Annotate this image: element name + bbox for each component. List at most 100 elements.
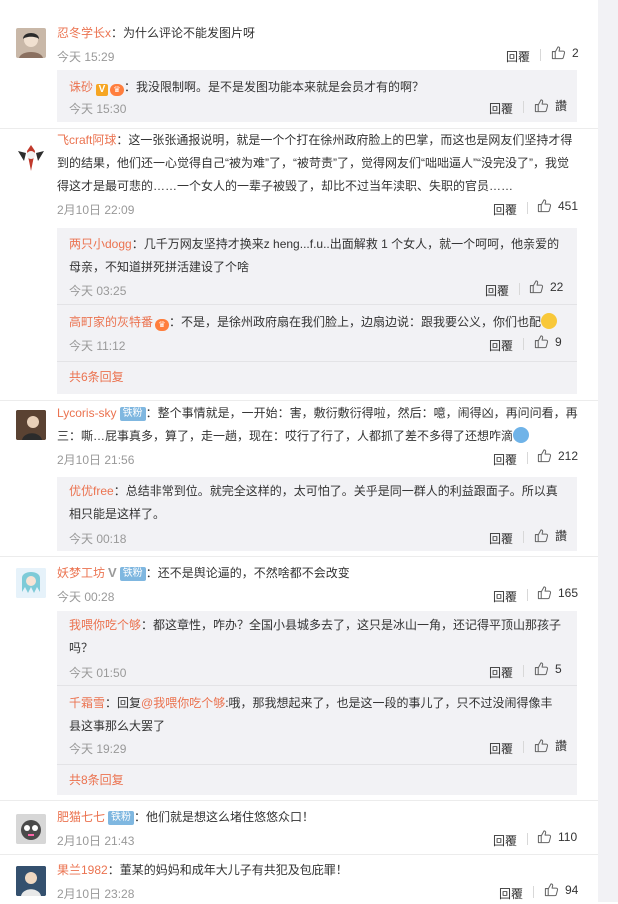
- reply-prefix: ：回复: [105, 696, 142, 710]
- fan-badge: 铁粉: [108, 811, 135, 825]
- reply-button[interactable]: 回覆: [493, 451, 517, 468]
- reply-box: 两只小dogg：几千万网友坚持才换来z heng...f.u..出面解救 1 个…: [57, 228, 577, 394]
- like-count: 讚: [555, 739, 568, 753]
- more-replies-link[interactable]: 共8条回复: [69, 771, 124, 788]
- verified-badge-icon: V: [108, 565, 117, 580]
- timestamp: 今天 00:28: [57, 590, 115, 604]
- avatar[interactable]: [16, 143, 46, 173]
- comment-item: 忍冬学长x：为什么评论不能发图片呀 今天 15:29 回覆 2 诛砂 V ♛ ：我没限…: [0, 0, 598, 129]
- smile-emoji-icon: [541, 313, 558, 329]
- thumbs-up-icon: [534, 99, 549, 113]
- divider: [519, 283, 520, 295]
- username-link[interactable]: 两只小dogg: [69, 237, 132, 251]
- reply-button[interactable]: 回覆: [489, 530, 513, 547]
- divider: [533, 886, 534, 898]
- like-button[interactable]: 212: [537, 448, 578, 463]
- comment-text: ：这一张张通报说明，就是一个个打在徐州政府脸上的巴掌，而这也是网友们坚持才得到的…: [57, 133, 573, 193]
- avatar[interactable]: [16, 28, 46, 58]
- username-link[interactable]: 妖梦工坊: [57, 566, 105, 580]
- reply-button[interactable]: 回覆: [489, 740, 513, 757]
- username-link[interactable]: Lycoris-sky: [57, 406, 117, 420]
- like-button[interactable]: 9: [534, 334, 562, 349]
- vip-badge-icon: ♛: [155, 319, 170, 331]
- reply-button[interactable]: 回覆: [489, 664, 513, 681]
- reply-button[interactable]: 回覆: [493, 588, 517, 605]
- reply-button[interactable]: 回覆: [489, 100, 513, 117]
- like-count: 2: [572, 45, 579, 60]
- reply-item: 高町家的灰特番 ♛ ：不是，是徐州政府扇在我们脸上，边扇边说：跟我要公义，你们也配 …: [57, 305, 577, 362]
- like-button[interactable]: 讚: [534, 97, 567, 114]
- reply-text: ：总结非常到位。就完全这样的，太可怕了。关乎是同一群人的利益跟面子。所以真相只能…: [69, 484, 558, 521]
- fan-badge: 铁粉: [119, 567, 146, 581]
- timestamp: 2月10日 21:56: [57, 453, 135, 467]
- timestamp: 今天 11:12: [69, 339, 126, 353]
- like-count: 22: [550, 279, 564, 294]
- fan-badge: 铁粉: [119, 407, 146, 421]
- like-button[interactable]: 22: [529, 279, 563, 294]
- username-link[interactable]: 果兰1982: [57, 863, 108, 877]
- like-count: 9: [555, 334, 562, 349]
- like-count: 451: [558, 198, 579, 213]
- avatar[interactable]: [16, 568, 46, 598]
- divider: [527, 452, 528, 464]
- like-button[interactable]: 5: [534, 661, 562, 676]
- divider: [527, 202, 528, 214]
- username-link[interactable]: 肥猫七七: [57, 810, 105, 824]
- thumbs-up-icon: [529, 280, 544, 294]
- reply-text: ：几千万网友坚持才换来z heng...f.u..出面解救 1 个女人，就一个呵…: [69, 237, 560, 274]
- avatar[interactable]: [16, 814, 46, 844]
- reply-item: 千霜雪：回复@我喂你吃个够:哦，那我想起来了，也是这一段的事儿了，只不过没闹得像…: [57, 686, 577, 765]
- reply-button[interactable]: 回覆: [485, 282, 509, 299]
- thumbs-up-icon: [537, 830, 552, 844]
- username-link[interactable]: 忍冬学长x: [57, 26, 111, 40]
- username-link[interactable]: 优优free: [69, 484, 114, 498]
- divider: [523, 531, 524, 543]
- reply-button[interactable]: 回覆: [489, 337, 513, 354]
- reply-button[interactable]: 回覆: [499, 885, 523, 902]
- username-link[interactable]: 高町家的灰特番: [69, 315, 153, 329]
- reply-button[interactable]: 回覆: [493, 201, 517, 218]
- username-link[interactable]: 我喂你吃个够: [69, 618, 141, 632]
- divider: [527, 589, 528, 601]
- thumbs-up-icon: [544, 883, 559, 897]
- reply-item: 我喂你吃个够：都这章性，咋办？全国小县城多去了，这只是冰山一角，还记得平顶山那孩…: [57, 611, 577, 686]
- like-button[interactable]: 451: [537, 198, 578, 213]
- reply-text: ：不是，是徐州政府扇在我们脸上，边扇边说：跟我要公义，你们也配: [169, 315, 542, 329]
- username-link[interactable]: 诛砂: [69, 80, 93, 94]
- username-link[interactable]: 飞craft阿球: [57, 133, 116, 147]
- comment-item: 肥猫七七 铁粉 ：他们就是想这么堵住悠悠众口！ 2月10日 21:43 回覆 110: [0, 800, 598, 855]
- reply-button[interactable]: 回覆: [493, 832, 517, 849]
- timestamp: 2月10日 21:43: [57, 834, 135, 848]
- reply-button[interactable]: 回覆: [506, 48, 530, 65]
- like-count: 5: [555, 661, 562, 676]
- emoji-icon: [513, 427, 530, 443]
- timestamp: 今天 15:30: [69, 102, 127, 116]
- reply-text: ：都这章性，咋办？全国小县城多去了，这只是冰山一角，还记得平顶山那孩子吗？: [69, 618, 562, 655]
- avatar[interactable]: [16, 410, 46, 440]
- like-button[interactable]: 2: [551, 45, 579, 60]
- more-replies-link[interactable]: 共6条回复: [69, 368, 124, 385]
- like-button[interactable]: 讚: [534, 527, 567, 544]
- timestamp: 今天 15:29: [57, 50, 115, 64]
- verified-badge-icon: V: [96, 84, 109, 96]
- like-button[interactable]: 讚: [534, 737, 567, 754]
- reply-item: 优优free：总结非常到位。就完全这样的，太可怕了。关乎是同一群人的利益跟面子。…: [57, 477, 577, 551]
- like-button[interactable]: 110: [537, 829, 577, 844]
- avatar[interactable]: [16, 866, 46, 896]
- username-link[interactable]: 千霜雪: [69, 696, 105, 710]
- thumbs-up-icon: [534, 739, 549, 753]
- thumbs-up-icon: [551, 46, 566, 60]
- comment-text: ：董某的妈妈和成年大儿子有共犯及包庇罪！: [107, 863, 348, 877]
- like-button[interactable]: 94: [544, 882, 578, 897]
- like-count: 94: [565, 882, 579, 897]
- thumbs-up-icon: [534, 662, 549, 676]
- timestamp: 今天 19:29: [69, 742, 127, 756]
- like-count: 110: [558, 829, 578, 844]
- comment-feed: 忍冬学长x：为什么评论不能发图片呀 今天 15:29 回覆 2 诛砂 V ♛ ：我没限…: [0, 0, 598, 902]
- thumbs-up-icon: [537, 586, 552, 600]
- reply-item: 诛砂 V ♛ ：我没限制啊。是不是发图功能本来就是会员才有的啊？ 今天 15:30 回…: [57, 70, 577, 122]
- mention-link[interactable]: @我喂你吃个够: [141, 696, 225, 710]
- like-button[interactable]: 165: [537, 585, 578, 600]
- timestamp: 2月10日 23:28: [57, 887, 135, 901]
- timestamp: 今天 03:25: [69, 284, 127, 298]
